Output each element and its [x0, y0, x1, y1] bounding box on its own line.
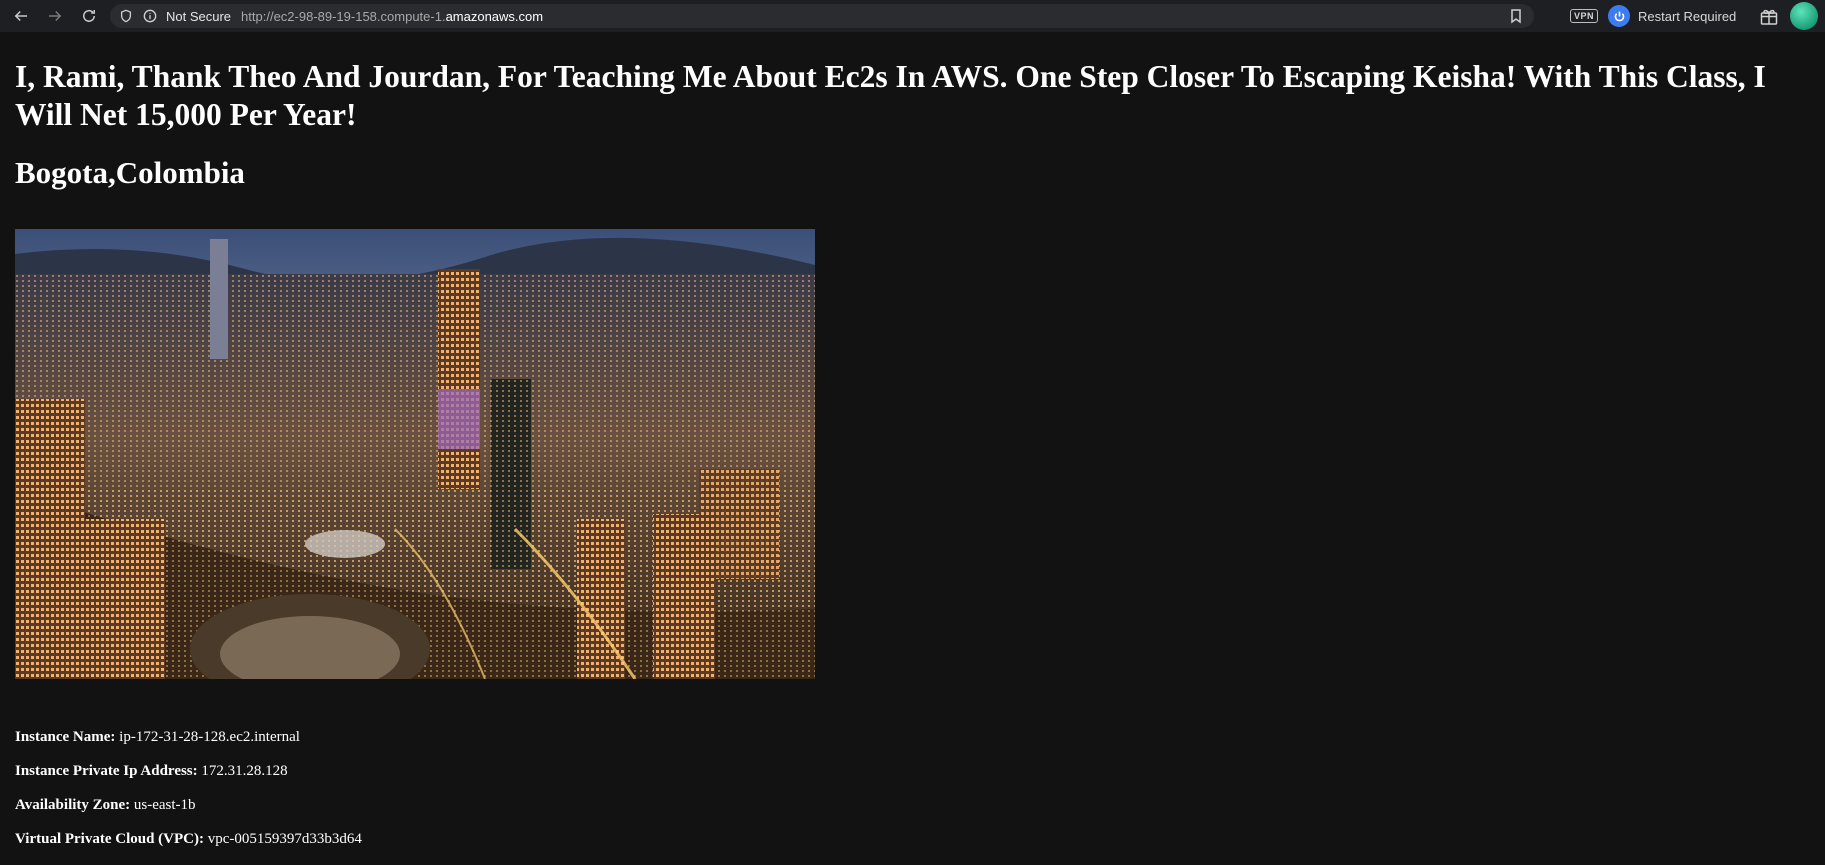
info-label: Instance Name:: [15, 729, 116, 745]
reload-icon[interactable]: [76, 3, 102, 29]
restart-required-label[interactable]: Restart Required: [1638, 9, 1736, 24]
vpn-button[interactable]: VPN: [1570, 9, 1599, 23]
gift-icon[interactable]: [1758, 5, 1780, 27]
url-prefix: http://ec2-98-89-19-158.compute-1.: [241, 8, 446, 24]
forward-icon[interactable]: [42, 3, 68, 29]
info-label: Instance Private Ip Address:: [15, 763, 198, 779]
address-bar[interactable]: Not Secure http://ec2-98-89-19-158.compu…: [110, 4, 1534, 28]
info-value: vpc-005159397d33b3d64: [207, 831, 362, 847]
city-photo: [15, 229, 815, 679]
instance-info: Instance Name: ip-172-31-28-128.ec2.inte…: [15, 729, 362, 865]
url-host: amazonaws.com: [445, 8, 544, 24]
page-heading: I, Rami, Thank Theo And Jourdan, For Tea…: [15, 59, 1766, 132]
back-icon[interactable]: [8, 3, 34, 29]
info-private-ip: Instance Private Ip Address: 172.31.28.1…: [15, 763, 362, 779]
info-icon[interactable]: [142, 8, 158, 24]
shield-icon[interactable]: [118, 8, 134, 24]
location-heading: Bogota,Colombia: [15, 155, 245, 190]
info-vpc: Virtual Private Cloud (VPC): vpc-0051593…: [15, 831, 362, 847]
info-instance-name: Instance Name: ip-172-31-28-128.ec2.inte…: [15, 729, 362, 745]
info-label: Virtual Private Cloud (VPC):: [15, 831, 204, 847]
security-label[interactable]: Not Secure: [166, 9, 231, 24]
info-availability-zone: Availability Zone: us-east-1b: [15, 797, 362, 813]
profile-avatar[interactable]: [1790, 2, 1819, 30]
browser-toolbar: Not Secure http://ec2-98-89-19-158.compu…: [0, 0, 1825, 32]
page-content: I, Rami, Thank Theo And Jourdan, For Tea…: [15, 32, 1815, 847]
url-text[interactable]: http://ec2-98-89-19-158.compute-1.amazon…: [241, 9, 543, 24]
bookmark-icon[interactable]: [1508, 8, 1524, 24]
info-value: 172.31.28.128: [201, 763, 288, 779]
power-icon[interactable]: [1608, 5, 1631, 27]
toolbar-right: VPN Restart Required: [1570, 0, 1819, 32]
info-value: ip-172-31-28-128.ec2.internal: [119, 729, 300, 745]
info-label: Availability Zone:: [15, 797, 131, 813]
info-value: us-east-1b: [133, 797, 196, 813]
